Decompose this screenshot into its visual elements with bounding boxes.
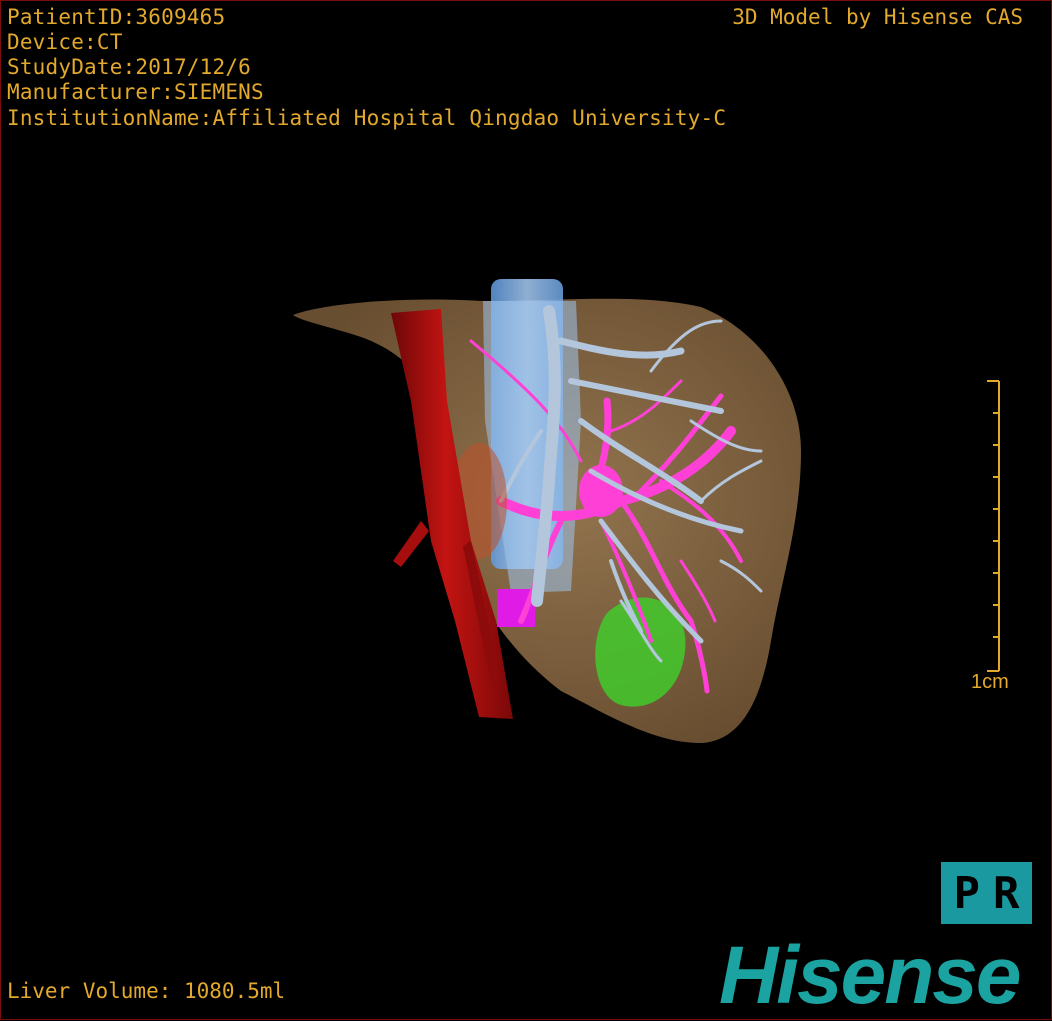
liver-volume: Liver Volume: 1080.5ml xyxy=(7,979,286,1003)
scale-label: 1cm xyxy=(971,671,1009,693)
scale-ruler xyxy=(987,380,1000,672)
model-credit: 3D Model by Hisense CAS xyxy=(732,5,1023,29)
study-date: StudyDate:2017/12/6 xyxy=(7,55,252,79)
device: Device:CT xyxy=(7,30,123,54)
orientation-p: P xyxy=(953,867,981,919)
liver-3d-model[interactable] xyxy=(1,1,1052,1021)
3d-viewport[interactable]: PatientID:3609465 Device:CT StudyDate:20… xyxy=(0,0,1052,1020)
orientation-r: R xyxy=(993,867,1020,919)
patient-id: PatientID:3609465 xyxy=(7,5,226,29)
manufacturer: Manufacturer:SIEMENS xyxy=(7,80,264,104)
institution-name: InstitutionName:Affiliated Hospital Qing… xyxy=(7,106,727,130)
orientation-badge: P R xyxy=(941,862,1032,924)
hisense-logo: Hisense xyxy=(719,930,1022,1021)
